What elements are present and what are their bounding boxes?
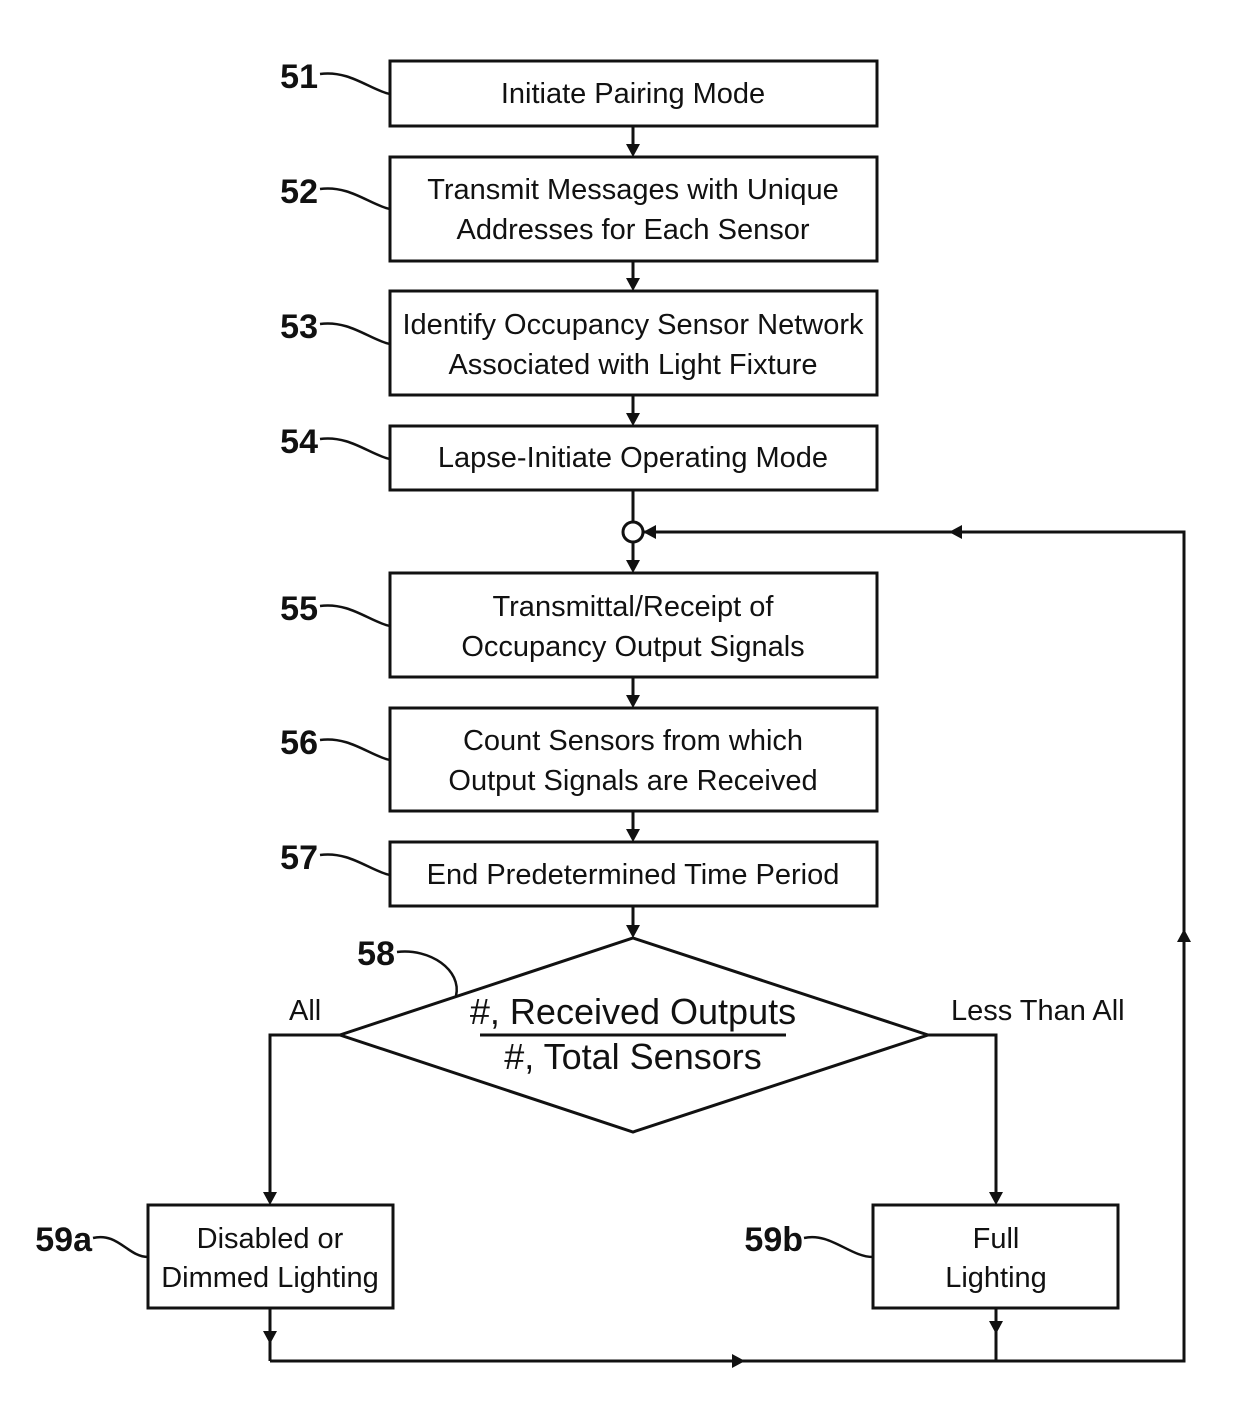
arrow-head <box>626 278 640 291</box>
leader-line <box>319 72 391 96</box>
decision-numerator: #, Received Outputs <box>470 991 796 1032</box>
step-label-line-1: Transmittal/Receipt of <box>493 591 775 623</box>
step-label-line-2: Addresses for Each Sensor <box>456 214 809 246</box>
leader-line <box>319 437 391 461</box>
arrow-head <box>949 525 962 539</box>
step-55: Transmittal/Receipt of Occupancy Output … <box>280 571 879 679</box>
outcome-label-line-2: Lighting <box>945 1262 1047 1294</box>
decision-denominator: #, Total Sensors <box>504 1036 761 1077</box>
step-label-line-1: Identify Occupancy Sensor Network <box>403 309 864 341</box>
arrow-head <box>626 925 640 938</box>
leader-line <box>319 853 391 877</box>
outcome-label-line-1: Disabled or <box>197 1223 344 1255</box>
step-label-line-1: Count Sensors from which <box>463 725 803 757</box>
arrow-head <box>263 1331 277 1344</box>
arrow-head <box>1177 929 1191 942</box>
arrow-head <box>263 1192 277 1205</box>
ref-number: 56 <box>280 724 318 762</box>
leader-line <box>803 1235 874 1259</box>
arrow-head <box>626 695 640 708</box>
step-51: Initiate Pairing Mode 51 <box>280 58 879 128</box>
ref-number: 54 <box>280 423 318 461</box>
outcome-59b: Full Lighting 59b <box>744 1203 1120 1310</box>
leader-line <box>319 604 391 628</box>
ref-number: 59a <box>35 1221 93 1259</box>
decision-58: #, Received Outputs #, Total Sensors 58 … <box>289 935 1125 1134</box>
junction-circle <box>621 520 645 544</box>
step-label-line-1: Transmit Messages with Unique <box>427 174 839 206</box>
ref-number: 58 <box>357 935 395 973</box>
flowchart: Initiate Pairing Mode 51 Transmit Messag… <box>35 58 1191 1368</box>
arrow-head <box>626 560 640 573</box>
ref-number: 57 <box>280 839 318 877</box>
arrow-head <box>626 413 640 426</box>
step-label-line-2: Output Signals are Received <box>448 765 817 797</box>
step-label: Lapse-Initiate Operating Mode <box>438 442 828 474</box>
step-54: Lapse-Initiate Operating Mode 54 <box>280 423 879 492</box>
step-label-line-2: Associated with Light Fixture <box>448 349 817 381</box>
arrow-head <box>643 525 656 539</box>
step-56: Count Sensors from which Output Signals … <box>280 706 879 813</box>
arrow-head <box>732 1354 745 1368</box>
ref-number: 55 <box>280 590 318 628</box>
leader-line <box>396 950 458 997</box>
leader-line <box>319 738 391 762</box>
outcome-label-line-2: Dimmed Lighting <box>161 1262 379 1294</box>
step-57: End Predetermined Time Period 57 <box>280 839 879 908</box>
arrow-head <box>626 829 640 842</box>
branch-label-all: All <box>289 995 321 1027</box>
connector-58-59b <box>928 1033 998 1193</box>
arrow-head <box>989 1321 1003 1334</box>
leader-line <box>92 1235 149 1259</box>
step-52: Transmit Messages with Unique Addresses … <box>280 155 879 263</box>
arrow-head <box>626 144 640 157</box>
step-53: Identify Occupancy Sensor Network Associ… <box>280 289 879 397</box>
ref-number: 53 <box>280 308 318 346</box>
outcome-label-line-1: Full <box>973 1223 1020 1255</box>
ref-number: 59b <box>744 1221 803 1259</box>
connector-58-59a <box>268 1033 340 1193</box>
leader-line <box>319 187 391 211</box>
outcome-59a: Disabled or Dimmed Lighting 59a <box>35 1203 395 1310</box>
step-label-line-2: Occupancy Output Signals <box>461 631 804 663</box>
step-label: Initiate Pairing Mode <box>501 78 765 110</box>
branch-label-less-than-all: Less Than All <box>951 995 1125 1027</box>
arrow-head <box>989 1192 1003 1205</box>
ref-number: 52 <box>280 173 318 211</box>
step-label: End Predetermined Time Period <box>427 859 840 891</box>
leader-line <box>319 322 391 346</box>
ref-number: 51 <box>280 58 318 96</box>
